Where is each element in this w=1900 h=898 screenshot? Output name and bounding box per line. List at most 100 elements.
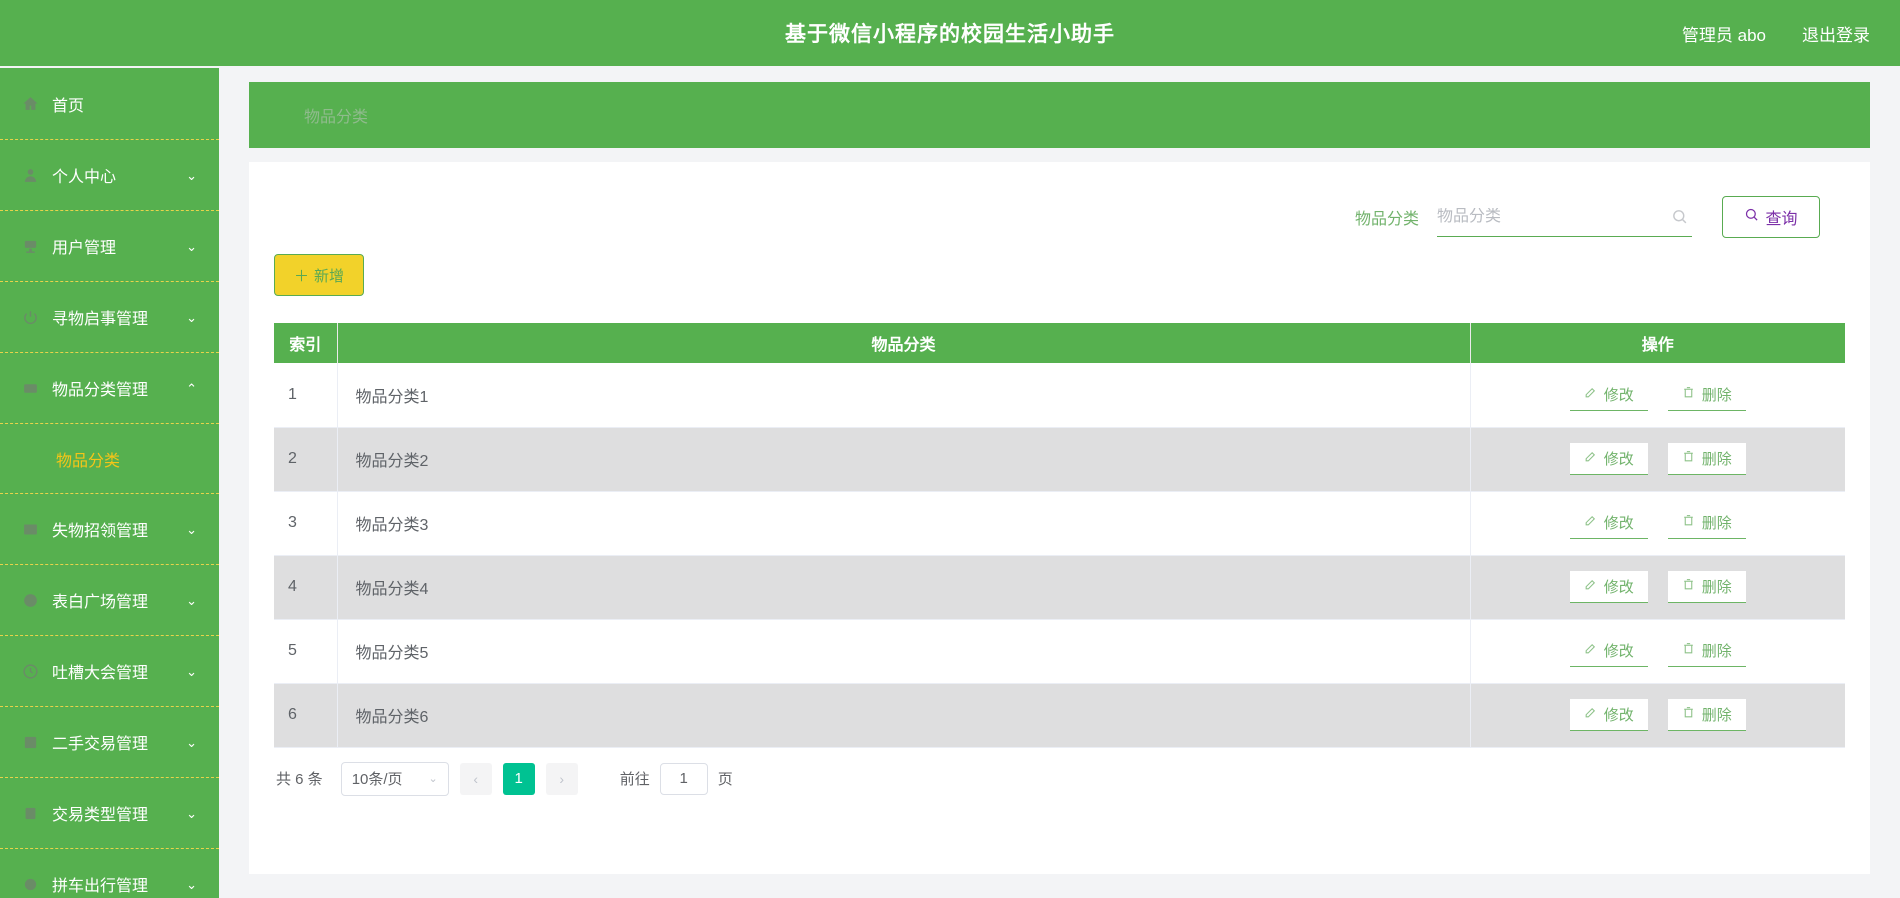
chevron-down-icon: ⌄ — [186, 238, 197, 254]
delete-button[interactable]: 删除 — [1667, 635, 1746, 667]
chevron-down-icon: ⌄ — [186, 805, 197, 821]
breadcrumb: 物品分类 — [304, 109, 369, 126]
sidebar-item-item-category-management[interactable]: 物品分类管理 ⌃ — [0, 353, 219, 424]
power-icon — [22, 309, 39, 326]
table-header-row: 索引 物品分类 操作 — [274, 323, 1845, 363]
sidebar-item-label: 寻物启事管理 — [52, 311, 149, 328]
cell-category: 物品分类6 — [337, 683, 1471, 748]
sidebar-item-complaint-meeting-management[interactable]: 吐槽大会管理 ⌄ — [0, 636, 219, 707]
search-icon — [1671, 208, 1688, 225]
box-icon — [22, 734, 39, 751]
sidebar-item-label: 个人中心 — [52, 169, 117, 186]
tag-icon — [22, 805, 39, 822]
cell-index: 6 — [274, 683, 338, 748]
chevron-up-icon: ⌃ — [186, 380, 197, 396]
add-button-label: 新增 — [314, 267, 345, 285]
top-bar: 基于微信小程序的校园生活小助手 管理员 abo 退出登录 — [0, 0, 1900, 66]
main-content: 物品分类 物品分类 查询 ＋ 新增 — [219, 68, 1900, 898]
delete-button-label: 删除 — [1701, 643, 1732, 660]
chevron-down-icon: ⌄ — [186, 592, 197, 608]
query-button[interactable]: 查询 — [1722, 196, 1820, 238]
trash-icon — [1682, 578, 1695, 595]
delete-button[interactable]: 删除 — [1667, 699, 1746, 731]
jump-suffix-label: 页 — [717, 771, 733, 788]
edit-button[interactable]: 修改 — [1569, 507, 1648, 539]
edit-button[interactable]: 修改 — [1569, 378, 1648, 411]
pagination-jumper: 前往 页 — [620, 762, 733, 795]
delete-button[interactable]: 删除 — [1667, 507, 1746, 539]
sidebar-item-label: 表白广场管理 — [52, 594, 149, 611]
delete-button-label: 删除 — [1701, 386, 1732, 404]
sidebar-subitem-item-category[interactable]: 物品分类 — [0, 424, 219, 494]
edit-button[interactable]: 修改 — [1569, 699, 1648, 731]
edit-button-label: 修改 — [1603, 386, 1634, 404]
add-button[interactable]: ＋ 新增 — [274, 254, 364, 296]
pencil-icon — [1584, 706, 1597, 723]
cell-actions: 修改 删除 — [1470, 491, 1845, 556]
search-field — [1437, 197, 1692, 237]
pencil-icon — [1584, 578, 1597, 595]
chevron-down-icon: ⌄ — [186, 167, 197, 183]
pagination-page-1[interactable]: 1 — [502, 762, 535, 795]
cell-category: 物品分类5 — [337, 619, 1471, 684]
sidebar-item-label: 吐槽大会管理 — [52, 665, 149, 682]
delete-button-label: 删除 — [1701, 451, 1732, 468]
search-bar: 物品分类 查询 — [274, 184, 1845, 250]
users-icon — [22, 238, 39, 255]
sidebar-item-home[interactable]: 首页 — [0, 68, 219, 140]
sidebar-item-label: 用户管理 — [52, 240, 117, 257]
chevron-down-icon: ⌄ — [186, 663, 197, 679]
delete-button[interactable]: 删除 — [1667, 571, 1746, 603]
sidebar-item-lost-notice-management[interactable]: 寻物启事管理 ⌄ — [0, 282, 219, 353]
page-size-select[interactable]: 10条/页 ⌄ — [340, 761, 449, 796]
pencil-icon — [1584, 642, 1597, 659]
delete-button-label: 删除 — [1701, 579, 1732, 596]
delete-button-label: 删除 — [1701, 707, 1732, 724]
edit-button-label: 修改 — [1603, 579, 1634, 596]
sidebar-item-personal-center[interactable]: 个人中心 ⌄ — [0, 140, 219, 211]
chevron-down-icon: ⌄ — [186, 876, 197, 892]
cell-category: 物品分类3 — [337, 491, 1471, 556]
edit-button-label: 修改 — [1603, 451, 1634, 468]
table-row: 1 物品分类1 修改 删除 — [274, 363, 1845, 428]
table-row: 5 物品分类5 修改 删除 — [274, 619, 1845, 684]
edit-button[interactable]: 修改 — [1569, 571, 1648, 603]
chevron-right-icon: › — [559, 770, 565, 787]
trash-icon — [1682, 386, 1695, 403]
pagination-next-button[interactable]: › — [545, 762, 578, 795]
search-label: 物品分类 — [1354, 211, 1419, 228]
pagination-prev-button[interactable]: ‹ — [459, 762, 492, 795]
sidebar-item-confession-square-management[interactable]: 表白广场管理 ⌄ — [0, 565, 219, 636]
table-row: 4 物品分类4 修改 删除 — [274, 555, 1845, 620]
chevron-left-icon: ‹ — [473, 770, 479, 787]
trash-icon — [1682, 642, 1695, 659]
search-input[interactable] — [1437, 207, 1652, 226]
logout-button[interactable]: 退出登录 — [1802, 21, 1870, 46]
sidebar-item-found-management[interactable]: 失物招领管理 ⌄ — [0, 494, 219, 565]
sidebar-item-secondhand-trade-management[interactable]: 二手交易管理 ⌄ — [0, 707, 219, 778]
edit-button[interactable]: 修改 — [1569, 443, 1648, 475]
pencil-icon — [1584, 386, 1597, 403]
table-row: 3 物品分类3 修改 删除 — [274, 491, 1845, 556]
cell-index: 4 — [274, 555, 338, 620]
sidebar-item-trade-type-management[interactable]: 交易类型管理 ⌄ — [0, 778, 219, 849]
edit-button[interactable]: 修改 — [1569, 635, 1648, 667]
topbar-actions: 管理员 abo 退出登录 — [1682, 21, 1870, 46]
edit-button-label: 修改 — [1603, 707, 1634, 724]
trash-icon — [1682, 450, 1695, 467]
column-header-index: 索引 — [274, 323, 338, 363]
cell-actions: 修改 删除 — [1470, 555, 1845, 620]
delete-button[interactable]: 删除 — [1667, 378, 1746, 411]
grid-icon — [22, 521, 39, 538]
chevron-down-icon: ⌄ — [428, 773, 438, 785]
chevron-down-icon: ⌄ — [186, 309, 197, 325]
sidebar-item-label: 首页 — [52, 97, 85, 115]
delete-button[interactable]: 删除 — [1667, 443, 1746, 475]
jump-page-input[interactable] — [659, 762, 708, 795]
sidebar-item-label: 二手交易管理 — [52, 736, 149, 753]
table-row: 6 物品分类6 修改 删除 — [274, 683, 1845, 748]
heart-icon — [22, 592, 39, 609]
sidebar-item-user-management[interactable]: 用户管理 ⌄ — [0, 211, 219, 282]
sidebar-item-carpool-travel-management[interactable]: 拼车出行管理 ⌄ — [0, 849, 219, 898]
sidebar: 首页 个人中心 ⌄ 用户管理 ⌄ 寻物启事管理 ⌄ 物品分类管理 ⌃ 物品分类 — [0, 68, 219, 898]
